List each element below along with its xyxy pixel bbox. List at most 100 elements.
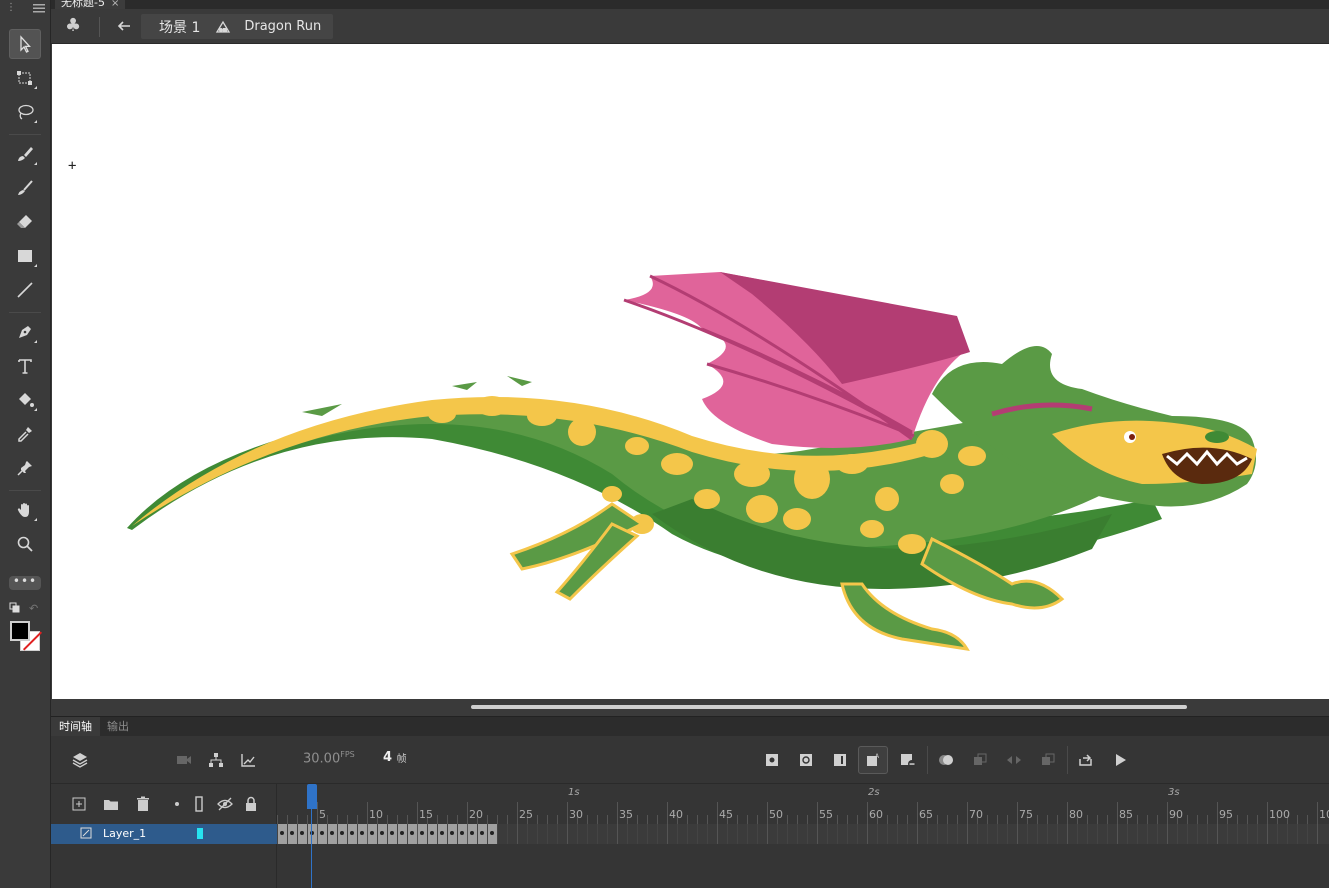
breadcrumb-scene[interactable]: 场景 1 (159, 17, 200, 37)
frame-cell[interactable] (877, 824, 878, 844)
keyframe-dot[interactable] (350, 831, 354, 835)
graph-editor-icon[interactable] (235, 747, 261, 773)
frame-cell[interactable] (297, 824, 298, 844)
frame-cell[interactable] (1197, 824, 1198, 844)
edit-symbols-icon[interactable]: ♣ (65, 16, 87, 36)
frame-cell[interactable] (617, 824, 618, 844)
frame-cell[interactable] (577, 824, 578, 844)
swap-colors-icon[interactable] (9, 602, 21, 614)
frame-cell[interactable] (587, 824, 588, 844)
frame-cell[interactable] (537, 824, 538, 844)
frame-cell[interactable] (457, 824, 458, 844)
frame-cell[interactable] (857, 824, 858, 844)
eraser-tool-icon[interactable] (9, 207, 41, 237)
play-icon[interactable] (1107, 747, 1133, 773)
frame-cell[interactable] (557, 824, 558, 844)
frame-cell[interactable] (997, 824, 998, 844)
frame-cell[interactable] (327, 824, 328, 844)
frame-cell[interactable] (897, 824, 898, 844)
frame-cell[interactable] (1317, 824, 1318, 844)
frame-cell[interactable] (507, 824, 508, 844)
frame-cell[interactable] (1307, 824, 1308, 844)
keyframe-dot[interactable] (340, 831, 344, 835)
keyframe-dot[interactable] (300, 831, 304, 835)
frame-cell[interactable] (407, 824, 408, 844)
hand-tool-icon[interactable] (9, 495, 41, 525)
layer-row[interactable]: Layer_1 (51, 824, 277, 844)
frame-cell[interactable] (1027, 824, 1028, 844)
tween-icon[interactable] (1001, 747, 1027, 773)
panel-menu-icon[interactable] (33, 3, 45, 13)
frame-cell[interactable] (437, 824, 438, 844)
frame-cell[interactable] (807, 824, 808, 844)
breadcrumb-symbol[interactable]: Dragon Run (244, 19, 321, 34)
frame-cell[interactable] (977, 824, 978, 844)
frame-cell[interactable] (1137, 824, 1138, 844)
layers-icon[interactable] (67, 747, 93, 773)
keyframe-dot[interactable] (400, 831, 404, 835)
frame-cell[interactable] (907, 824, 908, 844)
frame-cell[interactable] (647, 824, 648, 844)
frame-cell[interactable] (657, 824, 658, 844)
tab-timeline[interactable]: 时间轴 (51, 717, 100, 736)
frame-cell[interactable] (277, 824, 278, 844)
layer-name[interactable]: Layer_1 (103, 827, 146, 840)
frame-track[interactable] (277, 824, 1329, 844)
frame-cell[interactable] (727, 824, 728, 844)
stage-horizontal-scrollbar[interactable] (471, 705, 1187, 709)
free-transform-tool-icon[interactable] (9, 63, 41, 93)
line-tool-icon[interactable] (9, 275, 41, 305)
frame-cell[interactable] (1247, 824, 1248, 844)
frame-cell[interactable] (967, 824, 968, 844)
frame-cell[interactable] (347, 824, 348, 844)
paint-brush-tool-icon[interactable] (9, 139, 41, 169)
tab-output[interactable]: 输出 (99, 717, 137, 736)
keyframe-dot[interactable] (330, 831, 334, 835)
frame-cell[interactable] (387, 824, 388, 844)
frame-cell[interactable] (477, 824, 478, 844)
frame-cell[interactable] (1097, 824, 1098, 844)
keyframe-dot[interactable] (360, 831, 364, 835)
keyframe-dot[interactable] (470, 831, 474, 835)
frame-cell[interactable] (1117, 824, 1118, 844)
frame-cell[interactable] (737, 824, 738, 844)
frame-cell[interactable] (607, 824, 608, 844)
frame-cell[interactable] (1297, 824, 1298, 844)
frame-cell[interactable] (1087, 824, 1088, 844)
frame-cell[interactable] (1147, 824, 1148, 844)
frame-cell[interactable] (837, 824, 838, 844)
new-layer-icon[interactable] (66, 791, 92, 817)
frame-cell[interactable] (1267, 824, 1268, 844)
frame-cell[interactable] (1127, 824, 1128, 844)
frame-cell[interactable] (307, 824, 308, 844)
panel-grip-icon[interactable]: ⋮ (6, 3, 16, 13)
frame-cell[interactable] (567, 824, 568, 844)
current-frame-readout[interactable]: 4 帧 (383, 750, 407, 765)
frame-cell[interactable] (987, 824, 988, 844)
frame-cell[interactable] (667, 824, 668, 844)
frame-cell[interactable] (677, 824, 678, 844)
frames-area[interactable]: 5 10 15 20 25 30 35 40 45 50 55 60 65 70 75 80 85 90 95 100… (277, 784, 1329, 888)
paint-bucket-tool-icon[interactable] (9, 385, 41, 415)
keyframe-dot[interactable] (440, 831, 444, 835)
frame-cell[interactable] (397, 824, 398, 844)
keyframe-dot[interactable] (390, 831, 394, 835)
frame-cell[interactable] (947, 824, 948, 844)
selection-tool-icon[interactable] (9, 29, 41, 59)
outline-icon[interactable] (186, 791, 212, 817)
frame-cell[interactable] (1207, 824, 1208, 844)
edit-multiple-frames-icon[interactable] (967, 747, 993, 773)
frame-cell[interactable] (797, 824, 798, 844)
keyframe-dot[interactable] (370, 831, 374, 835)
document-tab[interactable]: 无标题-5 × (55, 0, 126, 9)
frame-cell[interactable] (487, 824, 488, 844)
rectangle-tool-icon[interactable] (9, 241, 41, 271)
frame-cell[interactable] (1227, 824, 1228, 844)
frame-cell[interactable] (1217, 824, 1218, 844)
frame-cell[interactable] (1287, 824, 1288, 844)
frame-cell[interactable] (687, 824, 688, 844)
frame-cell[interactable] (927, 824, 928, 844)
frame-cell[interactable] (417, 824, 418, 844)
frame-cell[interactable] (1067, 824, 1068, 844)
frame-cell[interactable] (357, 824, 358, 844)
